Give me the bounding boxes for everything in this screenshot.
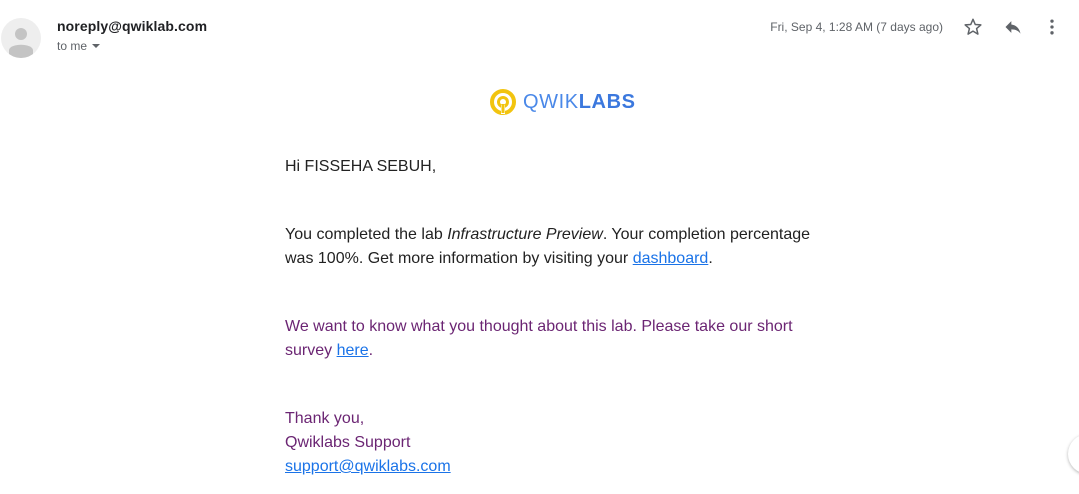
survey-link[interactable]: here: [337, 342, 369, 359]
email-view: noreply@qwiklab.com to me Fri, Sep 4, 1:…: [0, 0, 1079, 494]
person-icon: [9, 28, 33, 58]
email-greeting: Hi FISSEHA SEBUH,: [285, 158, 437, 175]
completion-prefix: You completed the lab: [285, 226, 448, 243]
recipient-details-toggle[interactable]: to me: [57, 39, 101, 53]
qwiklabs-logo-icon: [490, 89, 516, 115]
reply-icon: [1005, 21, 1021, 34]
dashboard-link[interactable]: dashboard: [633, 250, 709, 267]
sender-email: noreply@qwiklab.com: [57, 18, 208, 34]
recipient-label: to me: [57, 39, 88, 53]
thanks-line: Thank you,: [285, 410, 365, 427]
chevron-down-icon: [92, 44, 101, 48]
logo-wordmark: QWIKLABS: [523, 91, 636, 114]
email-date: Fri, Sep 4, 1:28 AM (7 days ago): [770, 20, 943, 34]
more-vert-icon: [1050, 19, 1054, 35]
lab-name: Infrastructure Preview: [447, 226, 603, 243]
team-line: Qwiklabs Support: [285, 434, 411, 451]
logo-text-part1: QWIK: [523, 90, 579, 113]
reply-button[interactable]: [1000, 14, 1026, 40]
sender-avatar[interactable]: [1, 18, 41, 58]
side-panel-toggle-button[interactable]: [1068, 434, 1079, 474]
completion-paragraph: You completed the lab Infrastructure Pre…: [285, 223, 825, 271]
survey-paragraph: We want to know what you thought about t…: [285, 315, 825, 363]
signoff: Thank you, Qwiklabs Support support@qwik…: [285, 407, 825, 479]
completion-end: .: [708, 250, 713, 267]
star-button[interactable]: [960, 14, 986, 40]
star-icon: [964, 18, 982, 35]
support-email-link[interactable]: support@qwiklabs.com: [285, 458, 451, 475]
survey-end: .: [368, 342, 374, 359]
qwiklabs-logo: QWIKLABS: [489, 88, 636, 116]
more-options-button[interactable]: [1039, 14, 1065, 40]
logo-text-part2: LABS: [578, 90, 636, 113]
